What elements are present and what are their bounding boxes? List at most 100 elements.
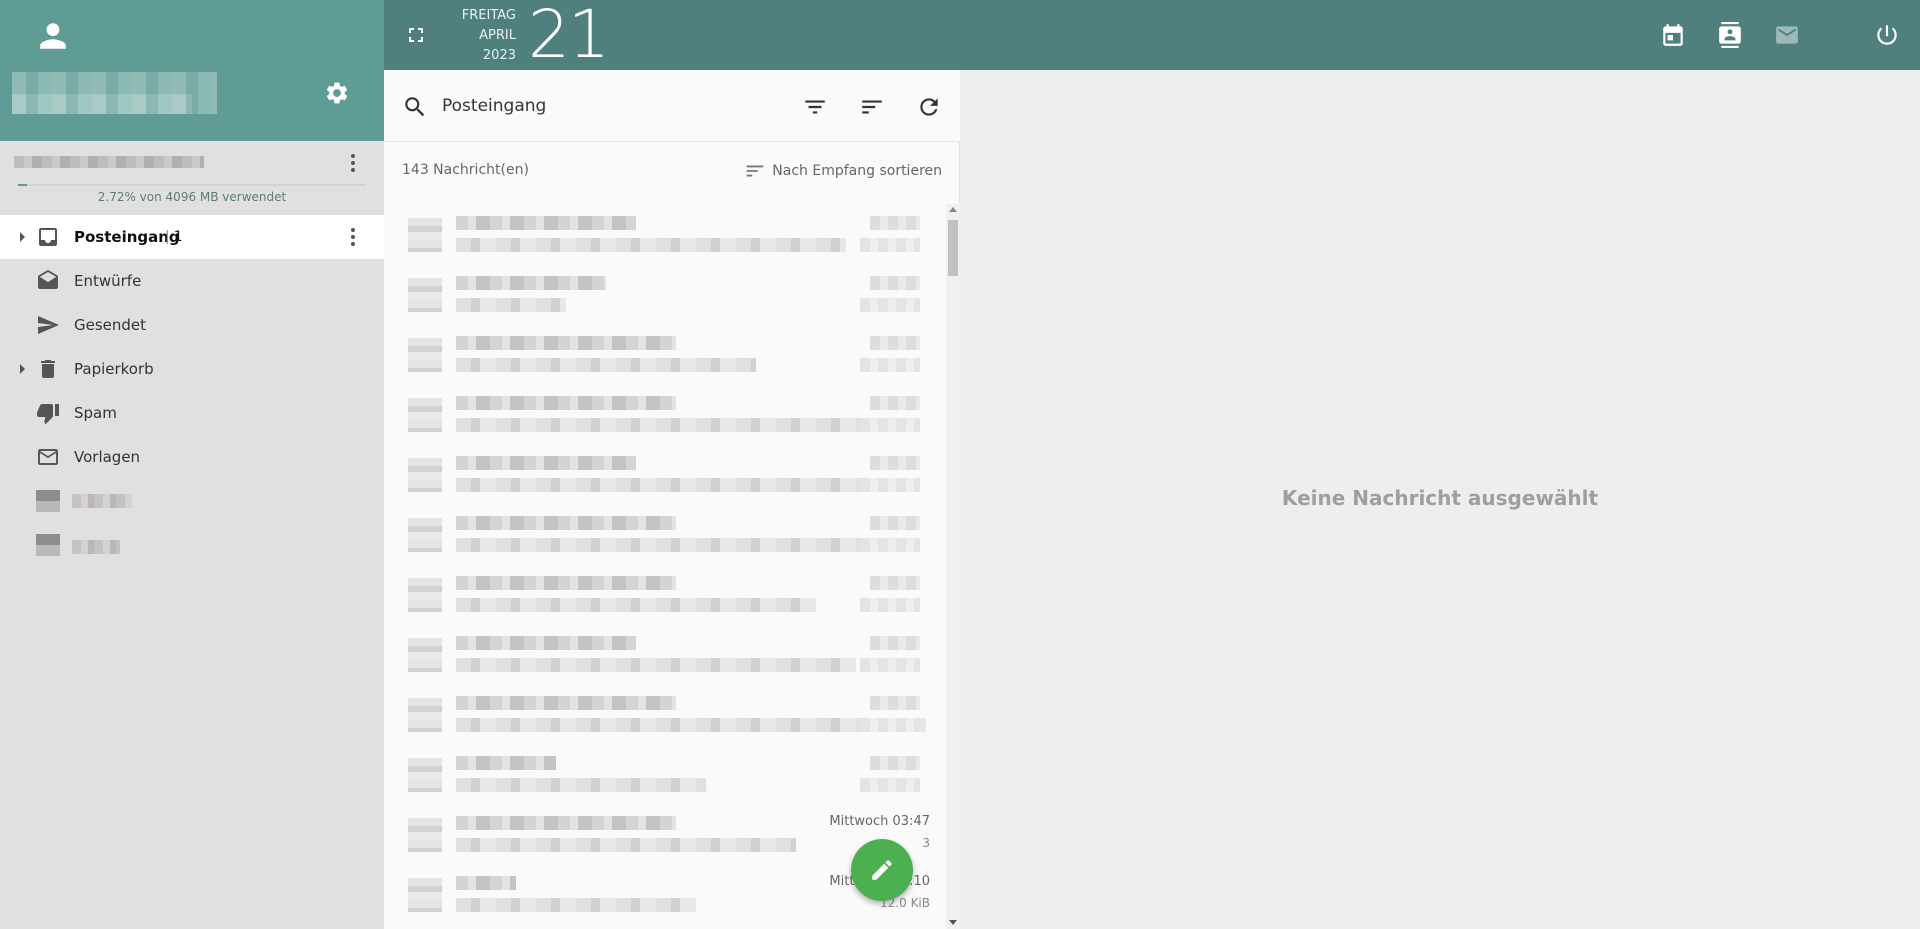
- folder-sent[interactable]: Gesendet: [0, 303, 384, 347]
- list-item[interactable]: [384, 684, 946, 744]
- contacts-icon[interactable]: [1717, 22, 1743, 48]
- sender-avatar-redacted: [408, 818, 442, 852]
- message-date-redacted: [870, 516, 920, 530]
- sort-icon[interactable]: [859, 94, 885, 120]
- message-size-redacted: [860, 358, 920, 372]
- message-size-redacted: [860, 538, 920, 552]
- folder-label: Entwürfe: [74, 272, 142, 290]
- message-date-redacted: [870, 276, 920, 290]
- gear-icon[interactable]: [324, 80, 350, 106]
- folder-drafts[interactable]: Entwürfe: [0, 259, 384, 303]
- sender-redacted: [456, 576, 676, 590]
- message-size-redacted: [860, 658, 920, 672]
- sender-redacted: [456, 396, 676, 410]
- calendar-icon[interactable]: [1660, 22, 1686, 48]
- message-date-redacted: [870, 636, 920, 650]
- message-date-redacted: [870, 576, 920, 590]
- folder-icon-redacted: [36, 490, 60, 512]
- message-count: 143 Nachricht(en): [402, 162, 529, 178]
- folder-label: Posteingang: [74, 228, 180, 246]
- message-size-redacted: [860, 718, 920, 732]
- list-item[interactable]: [384, 204, 946, 264]
- sidebar: 2.72% von 4096 MB verwendet Posteingang …: [0, 0, 384, 929]
- subject-redacted: [456, 418, 866, 432]
- subject-redacted: [456, 358, 756, 372]
- fullscreen-icon[interactable]: [404, 23, 428, 47]
- message-list-pane: 143 Nachricht(en) Nach Empfang sortieren…: [384, 70, 960, 929]
- account-menu-icon[interactable]: [346, 152, 360, 174]
- avatar-icon[interactable]: [36, 20, 70, 52]
- search-input[interactable]: [442, 90, 742, 122]
- message-date-redacted: [870, 456, 920, 470]
- folder-trash[interactable]: Papierkorb: [0, 347, 384, 391]
- subject-redacted: [456, 478, 896, 492]
- scroll-thumb[interactable]: [948, 220, 958, 276]
- message-size-redacted: [860, 478, 920, 492]
- folder-templates[interactable]: Vorlagen: [0, 435, 384, 479]
- compose-button[interactable]: [851, 839, 913, 901]
- drafts-icon: [38, 270, 58, 289]
- message-size-redacted: [860, 238, 920, 252]
- account-header: [0, 0, 384, 141]
- list-item[interactable]: [384, 624, 946, 684]
- sender-redacted: [456, 516, 676, 530]
- inbox-icon: [39, 228, 57, 246]
- expand-caret-icon[interactable]: [18, 231, 26, 243]
- account-address-redacted: [14, 156, 204, 168]
- folder-label-redacted[interactable]: [72, 494, 132, 508]
- message-date-redacted: [870, 756, 920, 770]
- expand-caret-icon[interactable]: [18, 363, 26, 375]
- sender-redacted: [456, 636, 636, 650]
- message-size: 3: [922, 836, 930, 850]
- folder-spam[interactable]: Spam: [0, 391, 384, 435]
- year-label: 2023: [482, 48, 516, 63]
- list-item[interactable]: [384, 384, 946, 444]
- list-item[interactable]: [384, 504, 946, 564]
- list-item[interactable]: [384, 564, 946, 624]
- subject-redacted: [456, 238, 846, 252]
- message-date-redacted: [870, 216, 920, 230]
- message-date-redacted: [870, 696, 920, 710]
- sender-avatar-redacted: [408, 518, 442, 552]
- day-number: 21: [528, 0, 610, 73]
- quota-bar: [18, 184, 366, 186]
- folder-inbox[interactable]: Posteingang 1: [0, 215, 384, 259]
- thumb-down-icon: [37, 404, 59, 424]
- search-icon[interactable]: [402, 94, 428, 120]
- refresh-icon[interactable]: [916, 94, 942, 120]
- list-item[interactable]: [384, 324, 946, 384]
- subject-redacted: [456, 718, 926, 732]
- sender-avatar-redacted: [408, 698, 442, 732]
- sender-avatar-redacted: [408, 638, 442, 672]
- list-scrollbar[interactable]: [946, 204, 960, 929]
- send-icon: [38, 316, 59, 334]
- date-text: FREITAG APRIL 2023: [438, 6, 516, 66]
- sort-icon: [747, 165, 764, 177]
- sender-redacted: [456, 696, 676, 710]
- mail-icon[interactable]: [1774, 22, 1800, 48]
- list-item[interactable]: [384, 444, 946, 504]
- quota-text: 2.72% von 4096 MB verwendet: [97, 190, 287, 204]
- sender-redacted: [456, 876, 516, 890]
- subject-redacted: [456, 298, 566, 312]
- subject-redacted: [456, 658, 856, 672]
- folder-menu-icon[interactable]: [346, 226, 360, 248]
- trash-icon: [41, 360, 55, 378]
- folder-icon-redacted: [36, 534, 60, 556]
- list-info-row: 143 Nachricht(en) Nach Empfang sortieren: [384, 142, 960, 200]
- sender-redacted: [456, 756, 556, 770]
- account-email-redacted: [12, 94, 192, 114]
- message-date: Mittwoch 03:47: [829, 814, 930, 829]
- list-item[interactable]: [384, 264, 946, 324]
- sender-avatar-redacted: [408, 338, 442, 372]
- sender-redacted: [456, 456, 636, 470]
- filter-icon[interactable]: [802, 94, 828, 120]
- scroll-down-arrow-icon[interactable]: [949, 920, 957, 925]
- sender-avatar-redacted: [408, 578, 442, 612]
- message-date-redacted: [870, 336, 920, 350]
- scroll-up-arrow-icon[interactable]: [949, 207, 957, 212]
- sort-by-received-button[interactable]: Nach Empfang sortieren: [744, 160, 942, 182]
- power-icon[interactable]: [1874, 22, 1900, 48]
- list-item[interactable]: [384, 744, 946, 804]
- folder-label-redacted[interactable]: [72, 540, 120, 554]
